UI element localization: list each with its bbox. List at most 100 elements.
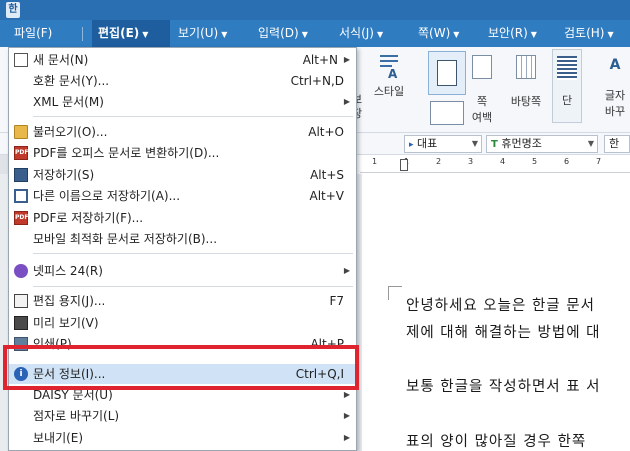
menu-item-save-as[interactable]: 다른 이름으로 저장하기(A)... Alt+V — [9, 186, 356, 206]
menu-item-braille[interactable]: 점자로 바꾸기(L) ▶ — [9, 406, 356, 426]
preview-icon — [14, 316, 28, 330]
document-line: 제에 대해 해결하는 방법에 대 — [406, 325, 601, 341]
submenu-arrow-icon: ▶ — [343, 411, 350, 420]
font-combo[interactable]: T 휴먼명조 ▼ — [486, 135, 598, 153]
menu-item-shortcut: Alt+S — [310, 168, 344, 182]
menu-item-label: 미리 보기(V) — [33, 316, 99, 330]
menu-item-shortcut: Alt+V — [309, 189, 344, 203]
chevron-down-icon: ▼ — [301, 30, 308, 39]
menu-item-new-document[interactable]: 새 문서(N) Alt+N ▶ — [9, 50, 356, 70]
menu-format[interactable]: 서식(J) ▼ — [333, 20, 389, 47]
menu-edit-label: 편집(E) — [98, 26, 140, 40]
style-button[interactable]: A 스타일 — [366, 49, 412, 99]
chevron-down-icon: ▼ — [530, 30, 537, 39]
document-line: 보통 한글을 작성하면서 표 서 — [406, 379, 601, 395]
menu-separator — [33, 286, 353, 287]
menu-insert-label: 입력(D) — [258, 26, 299, 40]
menu-item-shortcut: Alt+N — [302, 53, 338, 67]
submenu-arrow-icon: ▶ — [343, 433, 350, 442]
menu-item-page-setup[interactable]: 편집 용지(J)... F7 — [9, 291, 356, 311]
menu-item-label: PDF로 저장하기(F)... — [33, 211, 144, 225]
indent-marker[interactable] — [400, 159, 408, 171]
column-button[interactable]: 단 — [552, 49, 582, 123]
menu-item-preview[interactable]: 미리 보기(V) — [9, 313, 356, 333]
title-bar: 한 — [0, 0, 630, 20]
document-line: 표의 양이 많아질 경우 한쪽 — [406, 434, 587, 450]
ruler-number: 6 — [564, 157, 570, 166]
menu-item-netffice[interactable]: 넷피스 24(R) ▶ — [9, 261, 356, 281]
menu-item-save[interactable]: 저장하기(S) Alt+S — [9, 165, 356, 185]
menu-item-label: 모바일 최적화 문서로 저장하기(B)... — [33, 232, 218, 246]
menu-item-open[interactable]: 불러오기(O)... Alt+O — [9, 122, 356, 142]
style-icon: A — [376, 53, 402, 81]
page-margin-button[interactable]: 쪽 여백 — [466, 49, 498, 125]
page-view-button-selected[interactable] — [428, 51, 466, 95]
menu-item-compat-document[interactable]: 호환 문서(Y)... Ctrl+N,D — [9, 71, 356, 91]
hangul-app-icon[interactable]: 한 — [6, 2, 20, 18]
menu-item-label: PDF를 오피스 문서로 변환하기(D)... — [33, 146, 220, 160]
menu-file-label: 파일(F) — [14, 26, 53, 40]
menu-item-label: 불러오기(O)... — [33, 125, 108, 139]
menu-item-xml-document[interactable]: XML 문서(M) ▶ — [9, 92, 356, 112]
chevron-down-icon: ▼ — [471, 139, 478, 148]
menu-item-pdf-convert[interactable]: PDF PDF를 오피스 문서로 변환하기(D)... — [9, 143, 356, 163]
menu-page[interactable]: 쪽(W) ▼ — [412, 20, 465, 47]
ruler-number: 3 — [468, 157, 474, 166]
menu-item-label: 보내기(E) — [33, 431, 84, 445]
menu-review[interactable]: 검토(H) ▼ — [558, 20, 620, 47]
size-combo-value: 한 — [609, 137, 620, 150]
menu-view-label: 보기(U) — [178, 26, 219, 40]
margin-corner-mark — [388, 286, 402, 300]
font-change-label-2: 바꾸 — [604, 105, 626, 118]
font-combo-value: 휴먼명조 — [501, 137, 542, 150]
menu-security[interactable]: 보안(R) ▼ — [482, 20, 543, 47]
save-icon — [14, 168, 28, 182]
save-as-icon — [14, 189, 28, 203]
font-change-button[interactable]: A 글자 바꾸 — [600, 49, 630, 119]
style-combo[interactable]: ▸ 대표 ▼ — [404, 135, 482, 153]
font-change-label-1: 글자 — [604, 89, 626, 102]
ruler-number: 7 — [596, 157, 602, 166]
size-combo[interactable]: 한 — [604, 135, 630, 153]
submenu-arrow-icon: ▶ — [343, 97, 350, 106]
background-label: 바탕쪽 — [510, 95, 542, 108]
chevron-down-icon: ▼ — [607, 30, 614, 39]
column-icon — [557, 56, 577, 80]
menu-item-send[interactable]: 보내기(E) ▶ — [9, 428, 356, 448]
page-setup-icon — [14, 294, 28, 308]
chevron-down-icon: ▼ — [453, 30, 460, 39]
document-line: 안녕하세요 오늘은 한글 문서 — [406, 298, 595, 314]
netffice-icon — [14, 264, 28, 278]
menu-edit[interactable]: 편집(E) ▼ — [92, 20, 170, 47]
submenu-arrow-icon: ▶ — [343, 55, 350, 64]
new-document-icon — [14, 53, 28, 67]
open-folder-icon — [14, 125, 28, 139]
background-page-button[interactable]: 바탕쪽 — [504, 49, 548, 109]
chevron-down-icon: ▼ — [587, 139, 594, 148]
menu-item-label: 새 문서(N) — [33, 53, 89, 67]
menu-bar: 파일(F) 편집(E) ▼ 보기(U) ▼ 입력(D) ▼ 서식(J) ▼ 쪽(W) ▼ … — [0, 20, 630, 47]
margin-label-2: 여백 — [471, 111, 493, 124]
menu-item-label: 호환 문서(Y)... — [33, 74, 110, 88]
margin-box-icon — [472, 55, 492, 79]
ruler-number: 2 — [436, 157, 442, 166]
menu-item-save-pdf[interactable]: PDF PDF로 저장하기(F)... — [9, 208, 356, 228]
column-label: 단 — [561, 94, 573, 107]
menu-insert[interactable]: 입력(D) ▼ — [252, 20, 314, 47]
menu-view[interactable]: 보기(U) ▼ — [172, 20, 233, 47]
menu-file[interactable]: 파일(F) — [8, 20, 58, 47]
ruler-number: 5 — [532, 157, 538, 166]
menu-item-label: 저장하기(S) — [33, 168, 95, 182]
menu-item-save-mobile[interactable]: 모바일 최적화 문서로 저장하기(B)... — [9, 229, 356, 249]
background-page-icon — [516, 55, 536, 79]
margin-icon[interactable] — [430, 101, 464, 125]
font-type-icon: T — [491, 139, 498, 150]
menu-separator — [82, 27, 83, 41]
file-menu-dropdown: 새 문서(N) Alt+N ▶ 호환 문서(Y)... Ctrl+N,D XML… — [8, 47, 357, 451]
red-highlight-box — [3, 345, 359, 390]
menu-security-label: 보안(R) — [488, 26, 528, 40]
chevron-down-icon: ▼ — [221, 30, 228, 39]
document-page[interactable]: 안녕하세요 오늘은 한글 문서 제에 대해 해결하는 방법에 대 보통 한글을 … — [362, 174, 630, 451]
horizontal-ruler[interactable]: 1 1 2 3 4 5 6 7 — [360, 157, 630, 173]
menu-item-label: 점자로 바꾸기(L) — [33, 409, 120, 423]
